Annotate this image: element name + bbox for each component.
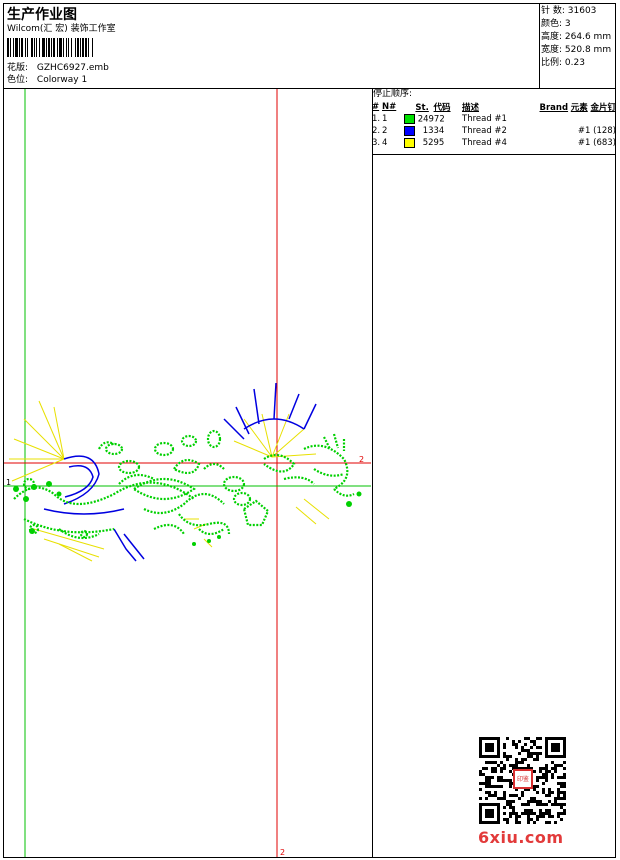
canvas-divider <box>372 88 373 858</box>
stats-panel: 针 数: 31603 颜色: 3 高度: 264.6 mm 宽度: 520.8 … <box>541 6 611 71</box>
company-name: Wilcom(汇 宏) 装饰工作室 <box>7 24 116 34</box>
stat-width: 宽度: 520.8 mm <box>541 45 612 55</box>
color-swatch <box>404 137 415 148</box>
yellow-rays <box>9 400 330 562</box>
design-row: 花版: GZHC6927.emb <box>7 63 109 74</box>
blue-strokes <box>43 382 317 562</box>
table-row: 2. 2 1334 Thread #2 #1 (128) <box>372 125 616 137</box>
color-swatch <box>404 113 415 124</box>
marker-2-bottom: 2 <box>280 848 285 857</box>
stop-sequence-title: 停止顺序: <box>373 89 413 99</box>
table-row: 1. 1 24972 Thread #1 <box>372 113 507 125</box>
embroidery-preview: 1 2 2 <box>4 89 371 857</box>
design-label: 花版: <box>7 63 29 73</box>
marker-2: 2 <box>359 455 364 464</box>
stop-sequence-panel: 停止顺序: # N# St. 代码 描述 Brand 元素 金片钉 1. 1 2… <box>372 88 616 154</box>
color-swatch <box>404 125 415 136</box>
seal-text: 印鉴 <box>517 775 530 783</box>
marker-1: 1 <box>6 478 11 487</box>
stat-stitches: 针 数: 31603 <box>541 6 597 16</box>
design-value: GZHC6927.emb <box>36 63 109 73</box>
stop-table-divider <box>372 154 616 155</box>
colorway-value: Colorway 1 <box>36 75 88 85</box>
table-row: 3. 4 5295 Thread #4 #1 (683) <box>372 137 616 149</box>
stop-sequence-table: # N# St. 代码 描述 Brand 元素 金片钉 1. 1 24972 T… <box>372 101 616 149</box>
stat-height: 高度: 264.6 mm <box>541 32 612 42</box>
embroidery-svg: 1 2 2 <box>4 89 371 857</box>
stats-divider <box>539 3 540 88</box>
colorway-label: 色位: <box>7 75 29 85</box>
seal-stamp: 印鉴 <box>513 769 533 789</box>
colorway-row: 色位: Colorway 1 <box>7 75 87 86</box>
barcode <box>7 38 149 57</box>
green-motifs <box>13 429 355 540</box>
stat-scale: 比例: 0.23 <box>541 58 585 68</box>
page-title: 生产作业图 <box>7 7 77 23</box>
table-header: # N# St. 代码 描述 Brand 元素 金片钉 <box>372 102 616 113</box>
watermark-text: 6xiu.com <box>478 828 564 847</box>
qr-code: 印鉴 <box>479 737 566 824</box>
stat-colors: 颜色: 3 <box>541 19 571 29</box>
